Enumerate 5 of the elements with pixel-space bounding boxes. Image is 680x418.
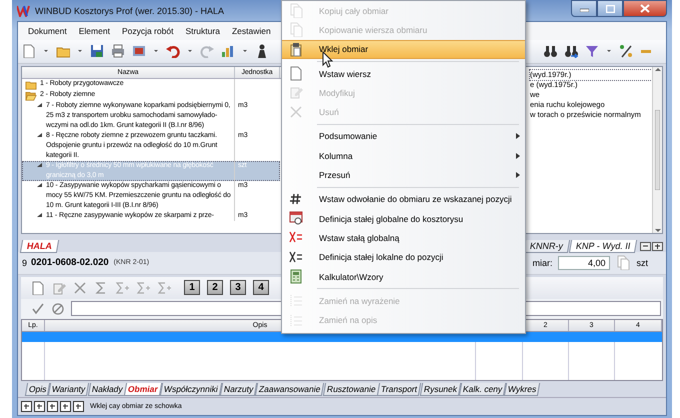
window-title: WINBUD Kosztorys Prof (wer. 2015.30) - HALA bbox=[35, 6, 224, 16]
position-code: 0201-0608-02.020 bbox=[31, 257, 109, 268]
unit-label: szt bbox=[636, 258, 648, 268]
position-number: 9 bbox=[22, 258, 28, 268]
quantity-label: miar: bbox=[532, 258, 552, 268]
